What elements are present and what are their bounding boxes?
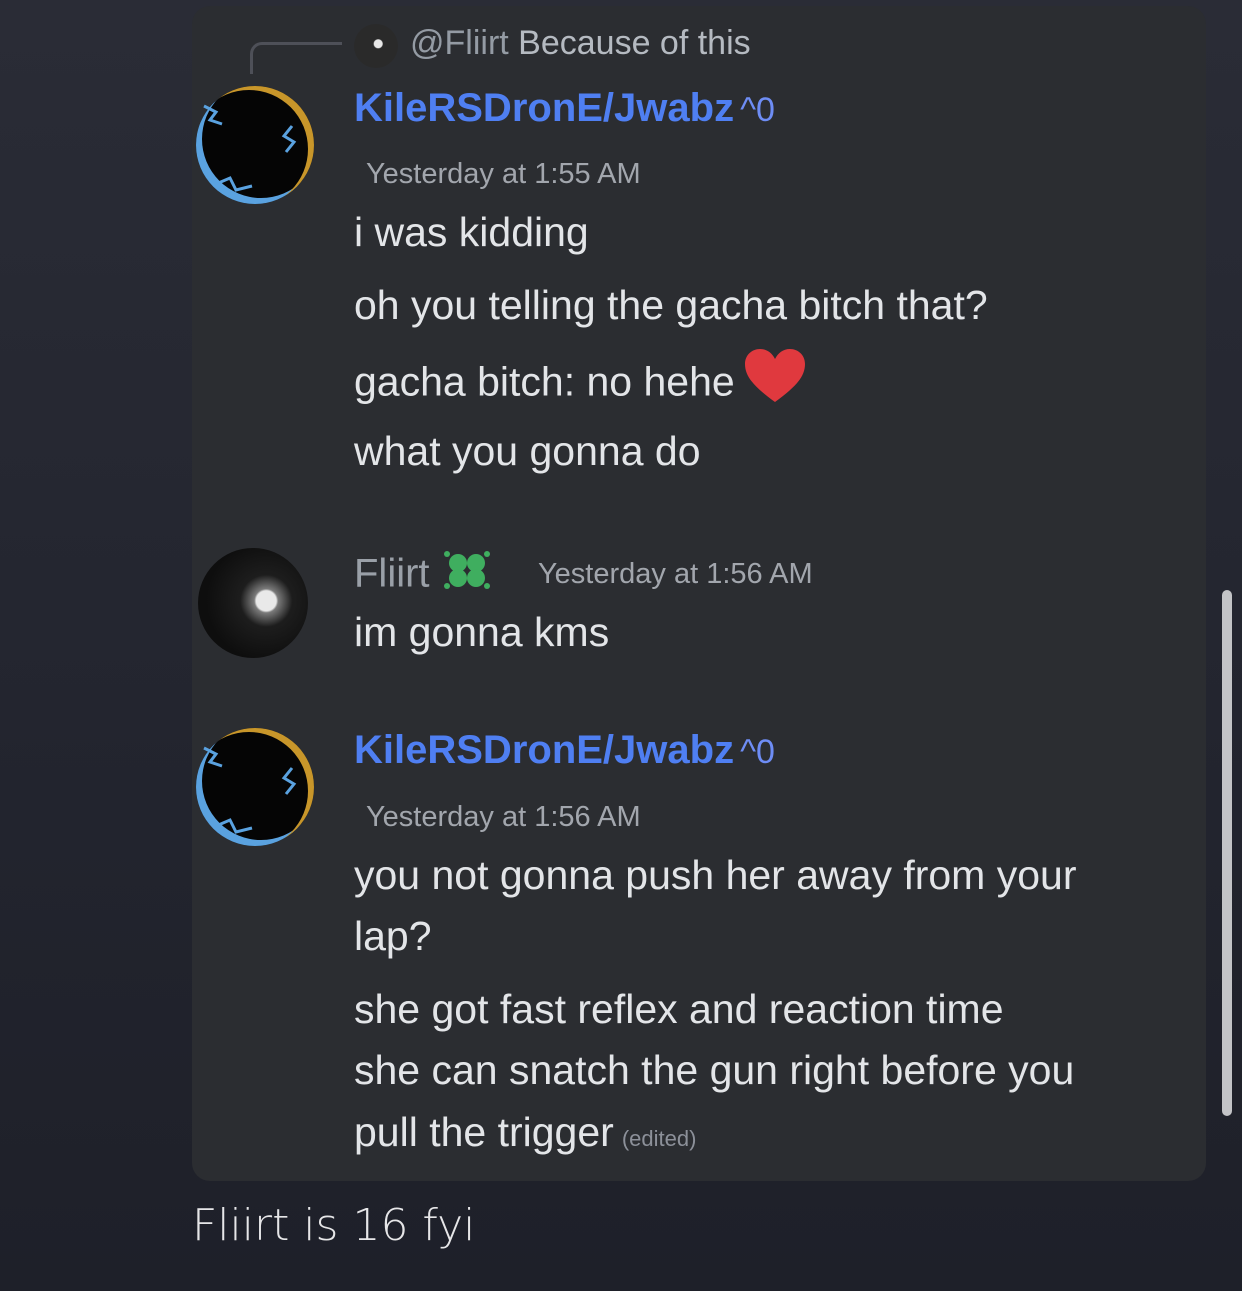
author-name[interactable]: KileRSDronE/Jwabz	[354, 86, 734, 130]
message-timestamp[interactable]: Yesterday at 1:55 AM	[366, 158, 641, 191]
scrollbar-thumb[interactable]	[1222, 590, 1232, 1116]
avatar-kilersdrone[interactable]	[196, 86, 314, 204]
author-name[interactable]: Fliirt	[354, 552, 430, 596]
heart-icon	[743, 348, 807, 421]
message-line: she can snatch the gun right before you	[354, 1047, 1075, 1093]
caption-text: Fliirt is 16 fyi	[192, 1200, 476, 1251]
avatar-fliirt[interactable]	[198, 548, 308, 658]
author-tag: ^0	[740, 91, 775, 129]
message-author[interactable]: Fliirt	[354, 548, 493, 604]
reply-preview[interactable]: @Fliirt Because of this	[410, 24, 751, 63]
message-text: gacha bitch: no hehe	[354, 358, 735, 405]
message-line: i was kidding	[354, 209, 589, 255]
message-author[interactable]: KileRSDronE/Jwabz ^0	[354, 728, 775, 773]
avatar-kilersdrone[interactable]	[196, 728, 314, 846]
message-line: you not gonna push her away from your	[354, 852, 1077, 898]
reply-mention[interactable]: @Fliirt	[410, 24, 509, 62]
message-line-with-emoji: gacha bitch: no hehe	[354, 348, 807, 421]
message-timestamp[interactable]: Yesterday at 1:56 AM	[538, 558, 813, 591]
message-timestamp[interactable]: Yesterday at 1:56 AM	[366, 801, 641, 834]
message-line: what you gonna do	[354, 428, 701, 474]
reply-avatar[interactable]	[354, 24, 398, 68]
message-line: lap?	[354, 913, 432, 959]
edited-label: (edited)	[621, 1126, 697, 1151]
message-text: pull the trigger	[354, 1109, 614, 1155]
lightning-avatar-art	[203, 746, 297, 834]
lightning-avatar-art	[203, 104, 297, 192]
message-line: oh you telling the gacha bitch that?	[354, 282, 988, 328]
author-tag: ^0	[740, 733, 775, 771]
message-author[interactable]: KileRSDronE/Jwabz ^0	[354, 86, 775, 131]
author-name[interactable]: KileRSDronE/Jwabz	[354, 728, 734, 772]
reply-text: Because of this	[518, 24, 751, 62]
message-line: pull the trigger (edited)	[354, 1102, 696, 1169]
clover-badge-icon[interactable]	[441, 548, 493, 604]
reply-connector-line	[250, 42, 342, 74]
message-line: im gonna kms	[354, 609, 610, 655]
message-line: she got fast reflex and reaction time	[354, 986, 1004, 1032]
